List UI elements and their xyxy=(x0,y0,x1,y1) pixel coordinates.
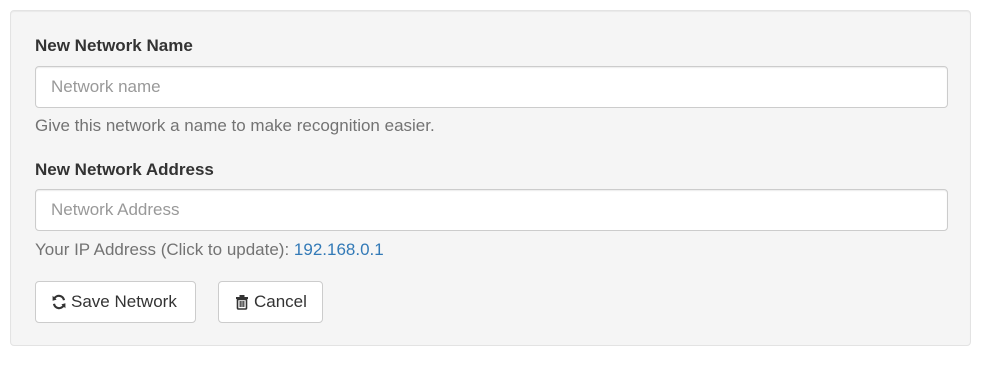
network-form-panel: New Network Name Give this network a nam… xyxy=(10,10,971,346)
network-name-input[interactable] xyxy=(35,66,948,108)
save-network-button[interactable]: Save Network xyxy=(35,281,196,323)
cancel-button[interactable]: Cancel xyxy=(218,281,323,323)
ip-address-help-text: Your IP Address (Click to update): xyxy=(35,240,294,259)
network-address-label: New Network Address xyxy=(35,160,214,179)
cancel-label: Cancel xyxy=(254,292,307,311)
ip-address-link[interactable]: 192.168.0.1 xyxy=(294,240,384,259)
trash-icon xyxy=(234,294,250,310)
refresh-icon xyxy=(51,294,67,310)
network-name-help: Give this network a name to make recogni… xyxy=(35,116,435,135)
ip-address-help: Your IP Address (Click to update): 192.1… xyxy=(35,240,384,260)
save-network-label: Save Network xyxy=(71,292,177,311)
network-name-label: New Network Name xyxy=(35,36,193,55)
network-address-input[interactable] xyxy=(35,189,948,231)
